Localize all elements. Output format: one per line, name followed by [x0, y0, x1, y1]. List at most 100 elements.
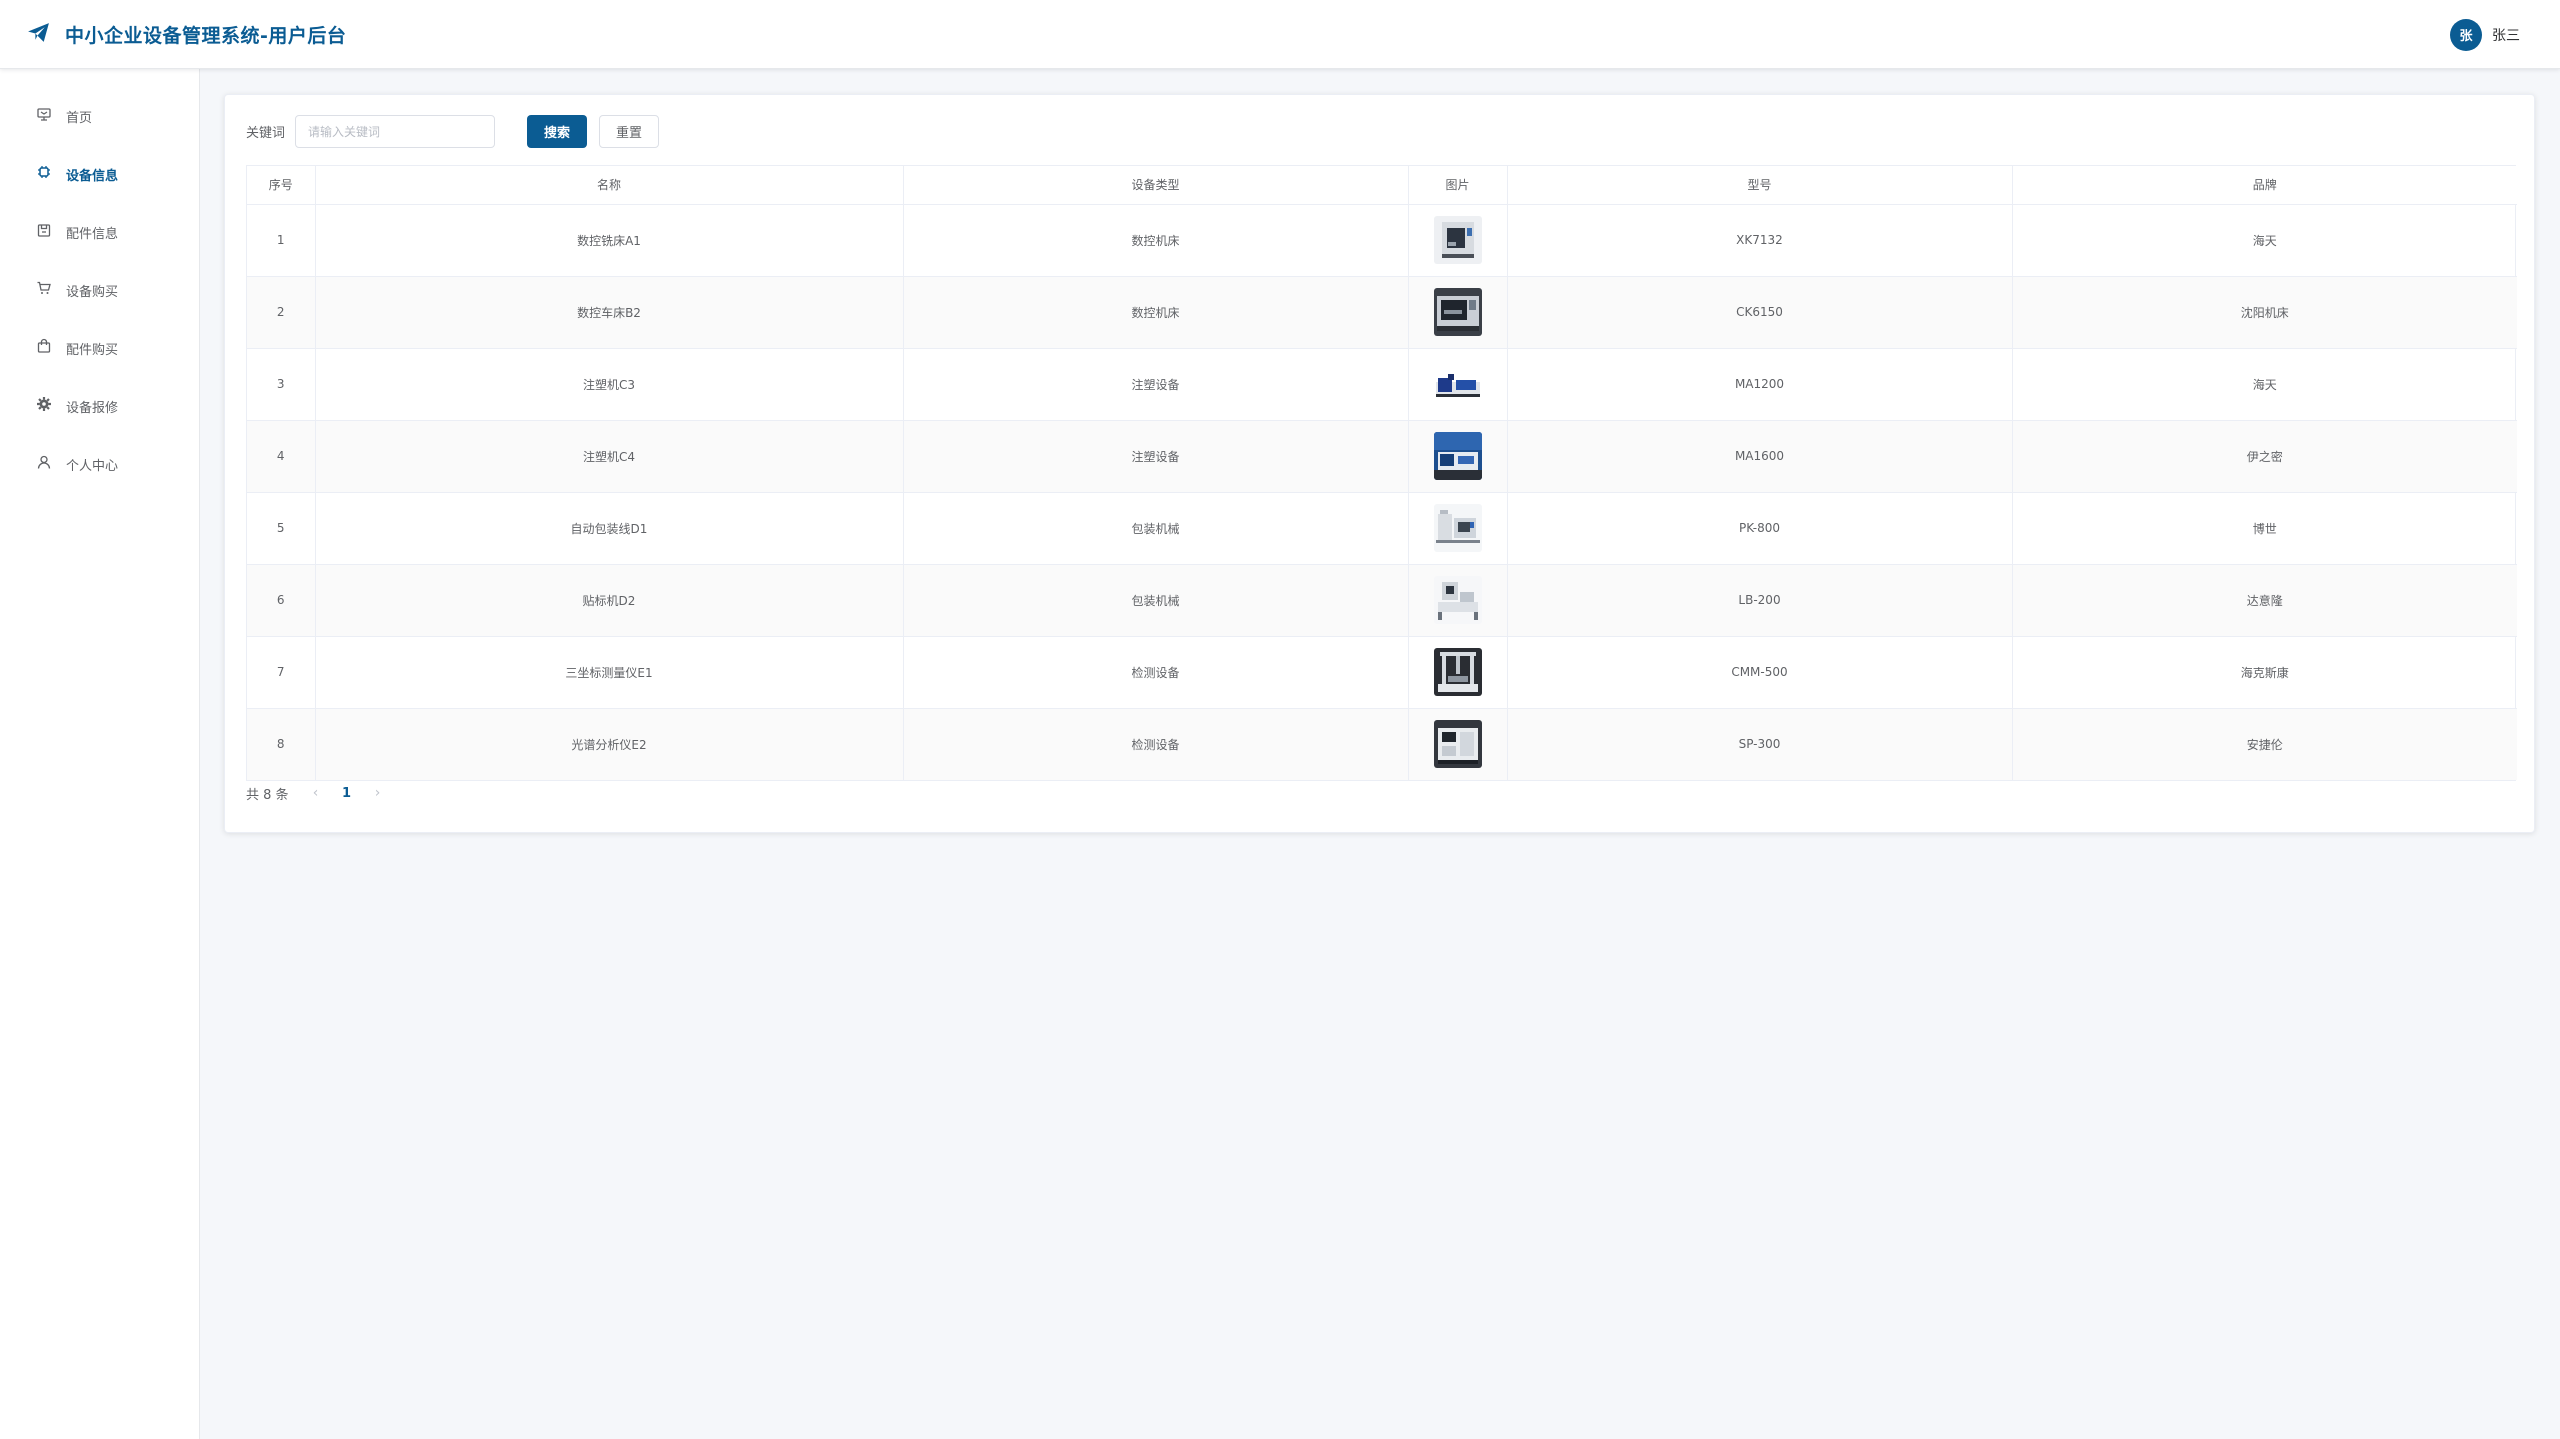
- user-menu[interactable]: 张 张三: [2450, 0, 2520, 69]
- search-label: 关键词: [246, 126, 286, 141]
- labeler-thumbnail[interactable]: [1433, 576, 1482, 624]
- home-icon: [36, 106, 52, 126]
- sidebar-item-parts-purchase[interactable]: 配件购买: [0, 319, 199, 377]
- search-input[interactable]: [295, 115, 496, 148]
- cell-brand: 伊之密: [2012, 420, 2517, 493]
- sidebar-item-device-repair[interactable]: 设备报修: [0, 377, 199, 435]
- cell-image: [1408, 348, 1508, 421]
- cell-brand: 海天: [2012, 204, 2517, 277]
- chevron-left-icon[interactable]: ‹: [301, 785, 331, 801]
- sidebar-item-parts-info[interactable]: 配件信息: [0, 203, 199, 261]
- cell-index: 3: [247, 348, 316, 421]
- table-row[interactable]: 4 注塑机C4 注塑设备 MA1600 伊之密: [247, 420, 2517, 493]
- avatar[interactable]: 张: [2450, 18, 2482, 51]
- cell-model: XK7132: [1507, 204, 2013, 277]
- bag-icon: [36, 338, 52, 358]
- top-header: 中小企业设备管理系统-用户后台 张 张三: [0, 0, 2560, 69]
- column-header-model: 型号: [1507, 166, 2013, 205]
- chevron-right-icon[interactable]: ›: [363, 785, 393, 801]
- box-icon: [36, 222, 52, 242]
- cell-type: 数控机床: [903, 276, 1409, 349]
- cell-type: 检测设备: [903, 708, 1409, 780]
- cell-index: 4: [247, 420, 316, 493]
- column-header-index: 序号: [247, 166, 316, 205]
- column-header-name: 名称: [315, 166, 904, 205]
- cell-index: 2: [247, 276, 316, 349]
- sidebar-item-label: 设备购买: [66, 284, 119, 300]
- sidebar-item-personal-center[interactable]: 个人中心: [0, 435, 199, 493]
- reset-button[interactable]: 重置: [599, 115, 660, 148]
- column-header-image: 图片: [1408, 166, 1508, 205]
- cell-model: MA1600: [1507, 420, 2013, 493]
- cell-model: CMM-500: [1507, 636, 2013, 709]
- cell-type: 包装机械: [903, 564, 1409, 637]
- app-title: 中小企业设备管理系统-用户后台: [65, 24, 347, 47]
- table-header-row: 序号 名称 设备类型 图片 型号 品牌: [247, 166, 2517, 205]
- sidebar-item-label: 个人中心: [66, 458, 119, 474]
- cell-name: 自动包装线D1: [315, 492, 904, 565]
- app-logo[interactable]: 中小企业设备管理系统-用户后台: [26, 20, 346, 49]
- cnc-mill-thumbnail[interactable]: [1433, 216, 1482, 264]
- cell-brand: 安捷伦: [2012, 708, 2517, 780]
- pagination-total: 共 8 条: [246, 787, 289, 803]
- sidebar-item-device-purchase[interactable]: 设备购买: [0, 261, 199, 319]
- cell-type: 包装机械: [903, 492, 1409, 565]
- sidebar-item-label: 配件购买: [66, 342, 119, 358]
- user-icon: [36, 454, 52, 474]
- sidebar-item-label: 设备报修: [66, 400, 119, 416]
- cell-index: 6: [247, 564, 316, 637]
- cell-brand: 博世: [2012, 492, 2517, 565]
- cell-image: [1408, 492, 1508, 565]
- table-row[interactable]: 7 三坐标测量仪E1 检测设备 CMM-500 海克斯康: [247, 636, 2517, 709]
- device-table: 序号 名称 设备类型 图片 型号 品牌 1 数控铣床A1 数控机床 XK7132…: [246, 165, 2517, 781]
- pagination: 共 8 条 ‹ 1 ›: [246, 781, 393, 805]
- cell-image: [1408, 276, 1508, 349]
- cell-image: [1408, 204, 1508, 277]
- pagination-page[interactable]: 1: [331, 786, 363, 801]
- cell-type: 注塑设备: [903, 420, 1409, 493]
- cell-model: PK-800: [1507, 492, 2013, 565]
- cell-name: 三坐标测量仪E1: [315, 636, 904, 709]
- cell-image: [1408, 564, 1508, 637]
- cell-index: 7: [247, 636, 316, 709]
- injection-molder-thumbnail[interactable]: [1433, 360, 1482, 408]
- table-row[interactable]: 3 注塑机C3 注塑设备 MA1200 海天: [247, 348, 2517, 421]
- cell-type: 注塑设备: [903, 348, 1409, 421]
- packaging-line-thumbnail[interactable]: [1433, 504, 1482, 552]
- cell-type: 数控机床: [903, 204, 1409, 277]
- column-header-brand: 品牌: [2012, 166, 2517, 205]
- cell-type: 检测设备: [903, 636, 1409, 709]
- sidebar-item-label: 配件信息: [66, 226, 119, 242]
- table-row[interactable]: 5 自动包装线D1 包装机械 PK-800 博世: [247, 492, 2517, 565]
- table-row[interactable]: 8 光谱分析仪E2 检测设备 SP-300 安捷伦: [247, 708, 2517, 780]
- cell-index: 1: [247, 204, 316, 277]
- cell-image: [1408, 420, 1508, 493]
- cell-model: SP-300: [1507, 708, 2013, 780]
- cell-name: 数控铣床A1: [315, 204, 904, 277]
- cell-name: 光谱分析仪E2: [315, 708, 904, 780]
- cnc-lathe-thumbnail[interactable]: [1433, 288, 1482, 336]
- search-button[interactable]: 搜索: [527, 115, 588, 148]
- cell-index: 8: [247, 708, 316, 780]
- user-name[interactable]: 张三: [2492, 25, 2520, 45]
- injection-molder-thumbnail[interactable]: [1433, 432, 1482, 480]
- table-row[interactable]: 6 贴标机D2 包装机械 LB-200 达意隆: [247, 564, 2517, 637]
- cell-image: [1408, 636, 1508, 709]
- sidebar-item-home[interactable]: 首页: [0, 87, 199, 145]
- cell-image: [1408, 708, 1508, 780]
- table-row[interactable]: 1 数控铣床A1 数控机床 XK7132 海天: [247, 204, 2517, 277]
- cmm-thumbnail[interactable]: [1433, 648, 1482, 696]
- spectrometer-thumbnail[interactable]: [1433, 720, 1482, 769]
- sidebar-item-device-info[interactable]: 设备信息: [0, 145, 199, 203]
- cell-name: 数控车床B2: [315, 276, 904, 349]
- table-row[interactable]: 2 数控车床B2 数控机床 CK6150 沈阳机床: [247, 276, 2517, 349]
- cell-model: CK6150: [1507, 276, 2013, 349]
- cell-brand: 沈阳机床: [2012, 276, 2517, 349]
- cell-index: 5: [247, 492, 316, 565]
- sidebar: 首页 设备信息 配件信息 设备购买 配件购买 设备报修 个人中心: [0, 69, 200, 1439]
- sidebar-item-label: 设备信息: [66, 168, 119, 184]
- gear-icon: [36, 396, 52, 416]
- column-header-type: 设备类型: [903, 166, 1409, 205]
- paper-plane-icon: [26, 20, 51, 49]
- cell-name: 注塑机C4: [315, 420, 904, 493]
